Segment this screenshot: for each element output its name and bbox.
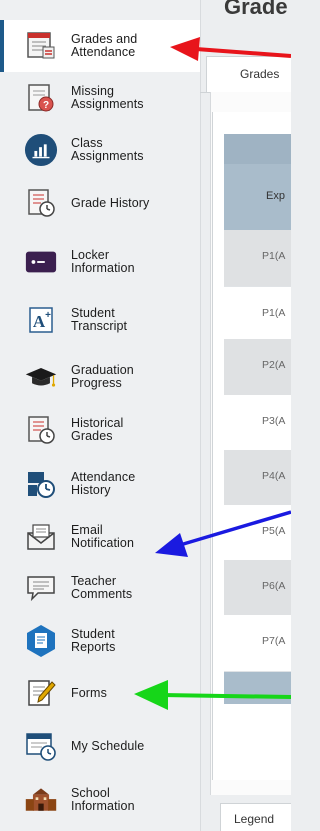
sidebar-item-label: School Information (71, 786, 135, 813)
table-row[interactable]: P3(A (224, 395, 291, 452)
sidebar-item-label: Graduation Progress (71, 363, 134, 390)
tab-label: Grades (240, 67, 280, 81)
page-title: Grade (224, 0, 288, 19)
svg-text:A: A (33, 312, 46, 331)
sidebar-item-grade-history[interactable]: Grade History (0, 177, 200, 229)
forms-icon (24, 676, 58, 710)
attendance-history-icon (24, 467, 58, 501)
school-icon (24, 783, 58, 817)
grade-history-icon (24, 186, 58, 220)
sidebar: Grades and Attendance ? Missing Assignme… (0, 0, 201, 831)
table-row[interactable]: P4(A (224, 450, 291, 507)
svg-text:?: ? (43, 100, 49, 111)
sidebar-item-label: Locker Information (71, 248, 135, 275)
sidebar-item-student-transcript[interactable]: A + Student Transcript (0, 294, 200, 346)
table-header-band (224, 134, 291, 164)
sidebar-item-missing-assignments[interactable]: ? Missing Assignments (0, 72, 200, 124)
sidebar-item-label: Forms (71, 685, 107, 700)
table-row[interactable]: P1(A (224, 230, 291, 287)
class-assignments-icon (24, 133, 58, 167)
table-row[interactable]: P2(A (224, 339, 291, 396)
graduation-cap-icon (24, 360, 58, 394)
sidebar-item-label: Student Transcript (71, 306, 128, 333)
sidebar-item-label: Attendance History (71, 470, 136, 497)
historical-grades-icon (24, 413, 58, 447)
table-cell: P2(A (262, 359, 286, 371)
table-row[interactable]: P7(A (224, 615, 291, 672)
table-column-header: Exp (266, 190, 285, 202)
tab-bar: Grades (200, 50, 291, 93)
transcript-icon: A + (24, 303, 58, 337)
sidebar-item-label: Student Reports (71, 627, 116, 654)
table-cell: P4(A (262, 470, 286, 482)
sidebar-item-graduation-progress[interactable]: Graduation Progress (0, 351, 200, 403)
sidebar-item-class-assignments[interactable]: Class Assignments (0, 124, 200, 176)
sidebar-item-student-reports[interactable]: Student Reports (0, 615, 200, 667)
sidebar-item-label: Teacher Comments (71, 574, 133, 601)
table-row[interactable]: P5(A (224, 505, 291, 562)
email-notification-icon (24, 520, 58, 554)
table-cell: P5(A (262, 525, 286, 537)
locker-icon (24, 245, 58, 279)
table-row[interactable]: P1(A (224, 287, 291, 344)
sidebar-item-forms[interactable]: Forms (0, 667, 200, 719)
sidebar-item-grades-and-attendance[interactable]: Grades and Attendance (0, 20, 200, 72)
sidebar-item-label: Class Assignments (71, 136, 144, 163)
sidebar-item-teacher-comments[interactable]: Teacher Comments (0, 562, 200, 614)
missing-assignments-icon: ? (24, 81, 58, 115)
teacher-comments-icon (24, 571, 58, 605)
tab-grades[interactable]: Grades (206, 56, 291, 92)
table-row[interactable]: P6(A (224, 560, 291, 617)
sidebar-item-label: Historical Grades (71, 416, 124, 443)
sidebar-item-historical-grades[interactable]: Historical Grades (0, 404, 200, 456)
sidebar-item-email-notification[interactable]: Email Notification (0, 511, 200, 563)
sidebar-item-label: My Schedule (71, 738, 145, 753)
svg-text:+: + (45, 310, 51, 321)
student-reports-icon (24, 624, 58, 658)
grades-attendance-icon (24, 29, 58, 63)
sidebar-item-label: Grades and Attendance (71, 32, 138, 59)
sidebar-item-attendance-history[interactable]: Attendance History (0, 458, 200, 510)
table-footer (224, 672, 291, 704)
table-cell: P3(A (262, 415, 286, 427)
sidebar-item-label: Email Notification (71, 523, 135, 550)
schedule-icon (24, 729, 58, 763)
sidebar-item-school-information[interactable]: School Information (0, 774, 200, 826)
sidebar-item-label: Missing Assignments (71, 84, 144, 111)
sidebar-item-locker-information[interactable]: Locker Information (0, 236, 200, 288)
table-cell: P6(A (262, 580, 286, 592)
legend-label: Legend (234, 812, 275, 826)
table-header: Exp (224, 164, 291, 230)
main-content: Grade Grades Exp P1(A P1(A P2(A P3(A P4(… (200, 0, 291, 831)
legend-panel[interactable]: Legend (220, 803, 291, 831)
sidebar-item-label: Grade History (71, 195, 150, 210)
table-cell: P1(A (262, 250, 286, 262)
sidebar-item-my-schedule[interactable]: My Schedule (0, 720, 200, 772)
table-cell: P1(A (262, 307, 286, 319)
table-cell: P7(A (262, 635, 286, 647)
